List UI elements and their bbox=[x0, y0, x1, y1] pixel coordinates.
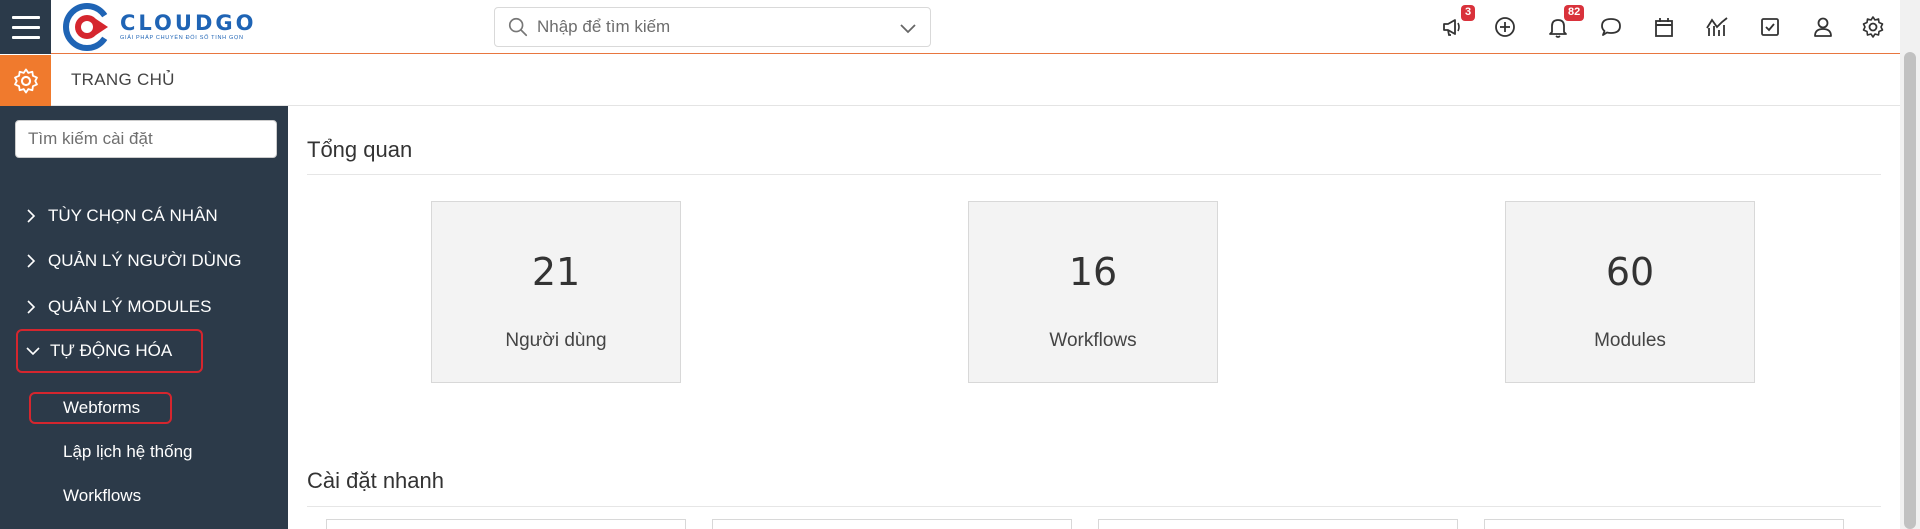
quick-setting-card[interactable] bbox=[1098, 519, 1458, 529]
quick-setting-card[interactable] bbox=[326, 519, 686, 529]
add-circle-icon[interactable] bbox=[1492, 14, 1518, 40]
top-bar: CLOUDGO GIẢI PHÁP CHUYỂN ĐỔI SỐ TINH GỌN… bbox=[0, 0, 1900, 54]
brand-logo[interactable]: CLOUDGO GIẢI PHÁP CHUYỂN ĐỔI SỐ TINH GỌN bbox=[62, 2, 256, 52]
app-window: CLOUDGO GIẢI PHÁP CHUYỂN ĐỔI SỐ TINH GỌN… bbox=[0, 0, 1920, 529]
megaphone-icon[interactable]: 3 bbox=[1439, 5, 1476, 40]
sidebar-item-label: TỰ ĐỘNG HÓA bbox=[50, 341, 173, 360]
quick-settings-title: Cài đặt nhanh bbox=[307, 468, 444, 493]
stat-card-users[interactable]: 21 Người dùng bbox=[431, 201, 681, 383]
sidebar-item-automation[interactable]: TỰ ĐỘNG HÓA bbox=[16, 329, 203, 373]
global-search[interactable] bbox=[494, 7, 931, 47]
search-icon bbox=[508, 17, 528, 37]
chevron-right-icon bbox=[27, 254, 36, 268]
calendar-icon[interactable] bbox=[1651, 14, 1677, 40]
chevron-right-icon bbox=[27, 300, 36, 314]
bell-icon[interactable]: 82 bbox=[1545, 5, 1585, 40]
sidebar-subitem-label: Workflows bbox=[63, 486, 142, 505]
logo-mark-icon bbox=[63, 3, 112, 51]
hamburger-line bbox=[11, 25, 40, 29]
sidebar-item-label: QUẢN LÝ MODULES bbox=[48, 297, 212, 316]
sidebar-item-module-management[interactable]: QUẢN LÝ MODULES bbox=[24, 292, 211, 322]
brand-name: CLOUDGO bbox=[120, 11, 257, 35]
sidebar-subitem-webforms[interactable]: Webforms bbox=[29, 392, 172, 424]
brand-tagline: GIẢI PHÁP CHUYỂN ĐỔI SỐ TINH GỌN bbox=[120, 35, 244, 41]
chevron-down-icon[interactable] bbox=[898, 18, 918, 38]
sidebar-subitem-workflows[interactable]: Workflows bbox=[63, 483, 141, 509]
sidebar-item-user-management[interactable]: QUẢN LÝ NGƯỜI DÙNG bbox=[24, 246, 241, 276]
quick-setting-card[interactable] bbox=[1484, 519, 1844, 529]
sub-header: TRANG CHỦ bbox=[0, 55, 1900, 106]
stat-label: Modules bbox=[1594, 330, 1666, 351]
settings-sidebar: TÙY CHỌN CÁ NHÂN QUẢN LÝ NGƯỜI DÙNG QUẢN… bbox=[0, 106, 288, 529]
stat-card-workflows[interactable]: 16 Workflows bbox=[968, 201, 1218, 383]
sidebar-subitem-label: Lập lịch hệ thống bbox=[63, 442, 193, 461]
sidebar-item-label: QUẢN LÝ NGƯỜI DÙNG bbox=[48, 251, 242, 270]
sidebar-item-label: TÙY CHỌN CÁ NHÂN bbox=[48, 206, 218, 225]
hamburger-line bbox=[11, 35, 40, 39]
megaphone-badge: 3 bbox=[1461, 5, 1476, 21]
settings-icon[interactable] bbox=[1860, 14, 1886, 40]
stat-label: Workflows bbox=[1049, 330, 1137, 351]
global-search-input[interactable] bbox=[537, 17, 877, 37]
section-divider bbox=[307, 174, 1881, 175]
menu-toggle-button[interactable] bbox=[0, 0, 51, 54]
main-content: Tổng quan 21 Người dùng 16 Workflows 60 … bbox=[288, 106, 1900, 529]
stat-card-modules[interactable]: 60 Modules bbox=[1505, 201, 1755, 383]
user-icon[interactable] bbox=[1810, 14, 1836, 40]
stat-value: 21 bbox=[531, 250, 581, 294]
chat-icon[interactable] bbox=[1598, 14, 1624, 40]
quick-setting-card[interactable] bbox=[712, 519, 1072, 529]
stat-value: 16 bbox=[1068, 250, 1118, 294]
chevron-down-icon bbox=[26, 347, 40, 356]
chart-icon[interactable] bbox=[1704, 14, 1730, 40]
overview-title: Tổng quan bbox=[307, 137, 413, 162]
settings-search-input[interactable] bbox=[15, 120, 277, 158]
sidebar-subitem-system-scheduler[interactable]: Lập lịch hệ thống bbox=[63, 439, 193, 465]
task-icon[interactable] bbox=[1757, 14, 1783, 40]
scrollbar-thumb[interactable] bbox=[1904, 52, 1916, 529]
stat-value: 60 bbox=[1605, 250, 1655, 294]
stat-label: Người dùng bbox=[505, 330, 607, 351]
page-title: TRANG CHỦ bbox=[71, 70, 175, 89]
sidebar-item-personal-options[interactable]: TÙY CHỌN CÁ NHÂN bbox=[24, 201, 218, 231]
hamburger-line bbox=[11, 15, 40, 19]
gear-icon bbox=[13, 68, 38, 93]
section-divider bbox=[307, 506, 1881, 507]
page-scrollbar[interactable] bbox=[1900, 0, 1920, 529]
settings-section-icon bbox=[0, 55, 51, 106]
bell-badge: 82 bbox=[1564, 5, 1585, 21]
sidebar-subitem-label: Webforms bbox=[63, 398, 141, 417]
chevron-right-icon bbox=[27, 209, 36, 223]
